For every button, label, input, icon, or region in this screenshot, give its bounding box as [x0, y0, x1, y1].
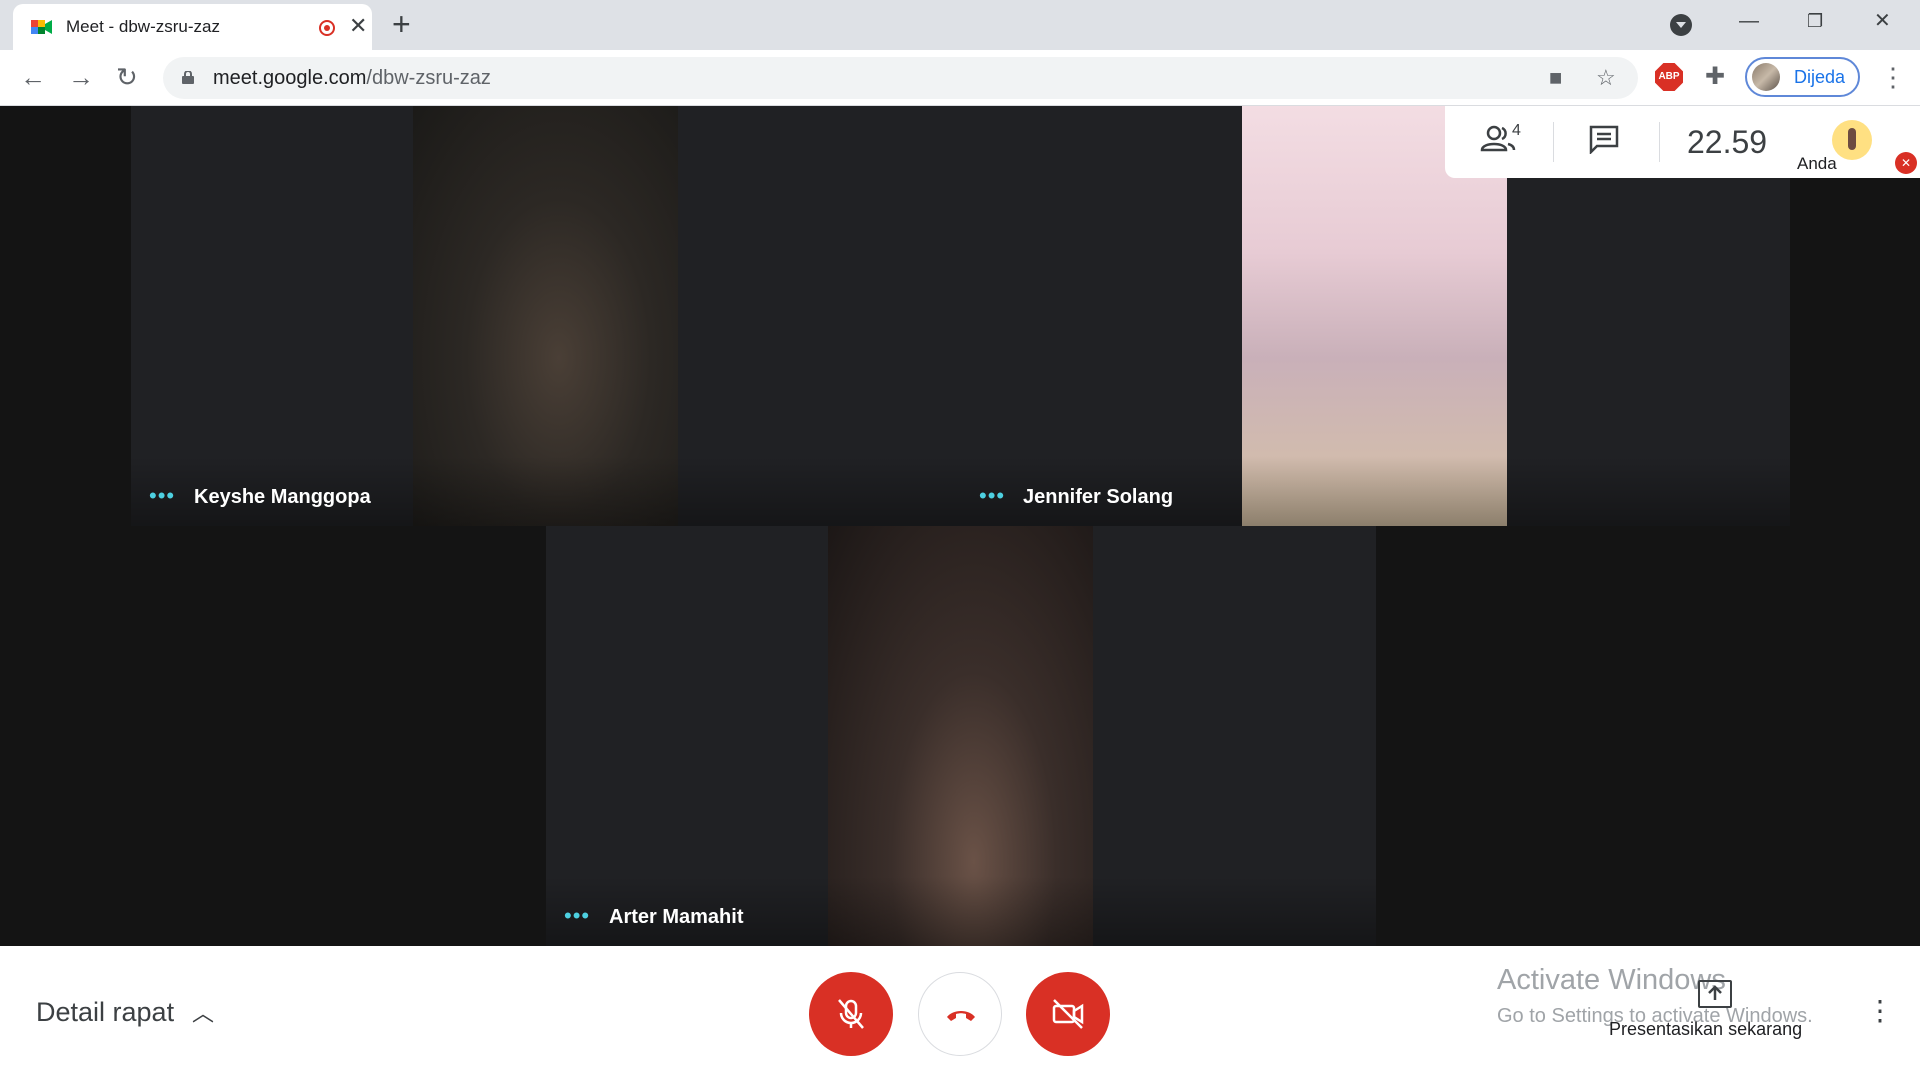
- close-icon[interactable]: ✕: [349, 14, 367, 38]
- chevron-up-icon[interactable]: ︿: [192, 996, 214, 1028]
- record-icon: [319, 20, 335, 36]
- self-label: Anda: [1797, 154, 1837, 173]
- camera-off-icon: [1052, 999, 1084, 1029]
- tab-search-icon[interactable]: [1670, 14, 1692, 36]
- menu-dots-icon[interactable]: ⋮: [1880, 62, 1906, 92]
- speaking-indicator-icon: •••: [149, 483, 176, 508]
- abp-icon[interactable]: ABP: [1655, 63, 1683, 91]
- avatar: [1752, 63, 1780, 91]
- divider: [1659, 122, 1660, 162]
- puzzle-icon[interactable]: ✚: [1705, 62, 1725, 91]
- meet-favicon: [31, 20, 52, 34]
- hangup-icon: [947, 1011, 975, 1021]
- name-bar: [678, 456, 1790, 526]
- meeting-clock: 22.59: [1687, 124, 1768, 160]
- camera-icon[interactable]: ■: [1549, 66, 1562, 90]
- divider: [1553, 122, 1554, 162]
- tab-strip: Meet - dbw-zsru-zaz ✕ + — ❐ ✕: [0, 0, 1920, 50]
- speaking-indicator-icon: •••: [564, 903, 591, 928]
- profile-label: Dijeda: [1794, 67, 1846, 87]
- self-view-thumbnail[interactable]: [1832, 120, 1872, 160]
- window-close-icon[interactable]: ✕: [1874, 8, 1891, 34]
- reload-icon[interactable]: ↻: [116, 62, 138, 92]
- participant-name: Arter Mamahit: [609, 906, 744, 928]
- activate-title: Activate Windows: [1497, 964, 1726, 996]
- restore-icon[interactable]: ❐: [1807, 8, 1823, 34]
- plus-icon[interactable]: +: [392, 6, 411, 42]
- participant-name: Jennifer Solang: [1023, 486, 1174, 508]
- present-icon[interactable]: [1698, 980, 1732, 1008]
- browser-toolbar: ← → ↻ meet.google.com/dbw-zsru-zaz ■ ☆ A…: [0, 50, 1920, 106]
- back-icon[interactable]: ←: [20, 62, 46, 92]
- tab-title: Meet - dbw-zsru-zaz: [66, 17, 220, 36]
- profile-button[interactable]: Dijeda: [1745, 57, 1860, 97]
- meeting-stage: ••• Keyshe Manggopa ••• Jennifer Solang …: [0, 106, 1920, 946]
- address-bar[interactable]: meet.google.com/dbw-zsru-zaz ■ ☆: [163, 57, 1638, 99]
- lock-icon: [182, 71, 194, 84]
- url-text: meet.google.com/dbw-zsru-zaz: [213, 67, 491, 89]
- browser-tab[interactable]: Meet - dbw-zsru-zaz ✕: [13, 4, 372, 50]
- mic-toggle-button[interactable]: [809, 972, 893, 1056]
- present-now-button[interactable]: Presentasikan sekarang: [1609, 1019, 1802, 1040]
- participant-count: 4: [1512, 122, 1521, 139]
- call-controls-bar: Detail rapat ︿ Activate Windows Go to Se…: [0, 946, 1920, 1080]
- more-icon[interactable]: ⋮: [1866, 996, 1894, 1026]
- stage-margin-bottom-right: [1376, 526, 1920, 946]
- stage-margin-left: [0, 106, 131, 526]
- participant-tile[interactable]: ••• Arter Mamahit: [546, 526, 1376, 946]
- meeting-info-panel: 4 22.59 Anda ✕: [1445, 106, 1920, 178]
- forward-icon[interactable]: →: [68, 62, 94, 92]
- people-icon[interactable]: [1480, 124, 1516, 161]
- participant-name: Keyshe Manggopa: [194, 486, 371, 508]
- minimize-icon[interactable]: —: [1739, 8, 1759, 34]
- chat-icon[interactable]: [1588, 124, 1620, 161]
- camera-toggle-button[interactable]: [1026, 972, 1110, 1056]
- hangup-button[interactable]: [918, 972, 1002, 1056]
- mic-off-icon: ✕: [1895, 152, 1917, 174]
- stage-margin-bottom-left: [0, 526, 546, 946]
- meeting-details-button[interactable]: Detail rapat: [36, 997, 174, 1028]
- star-icon[interactable]: ☆: [1596, 66, 1616, 90]
- participant-tile[interactable]: ••• Keyshe Manggopa: [131, 106, 678, 526]
- mic-off-icon: [838, 999, 864, 1029]
- speaking-indicator-icon: •••: [979, 483, 1006, 508]
